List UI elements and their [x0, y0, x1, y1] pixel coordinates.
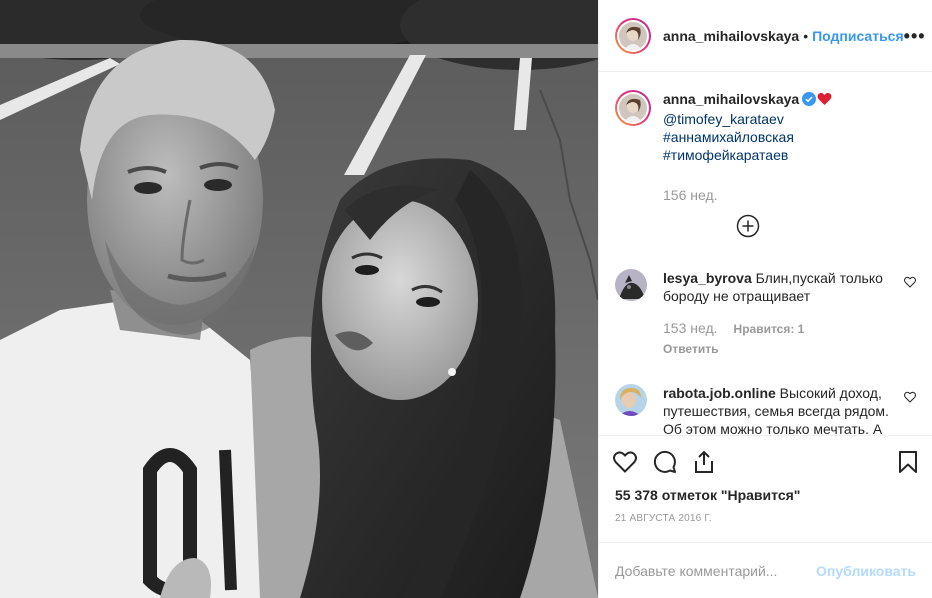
- comment-age[interactable]: 153 нед.: [663, 319, 718, 337]
- verified-icon: [802, 92, 817, 110]
- post-date[interactable]: 21 АВГУСТА 2016 Г.: [599, 503, 932, 524]
- separator-dot: •: [803, 27, 809, 44]
- commenter-avatar[interactable]: [615, 269, 651, 305]
- hashtag-link[interactable]: #аннамихайловская: [663, 128, 916, 146]
- commenter-username[interactable]: lesya_byrova: [663, 270, 752, 286]
- publish-button[interactable]: Опубликовать: [816, 563, 916, 579]
- heart-icon[interactable]: [904, 390, 916, 408]
- heart-icon[interactable]: [904, 275, 916, 293]
- reply-button[interactable]: Ответить: [663, 340, 892, 358]
- caption: anna_mihailovskaya @timofey_karataev #ан…: [615, 90, 916, 204]
- comment-likes[interactable]: Нравится: 1: [734, 320, 805, 338]
- follow-button[interactable]: Подписаться: [812, 28, 904, 44]
- load-more-row: [599, 214, 916, 243]
- share-icon[interactable]: [693, 450, 715, 474]
- commenter-avatar[interactable]: [615, 384, 651, 420]
- heart-icon[interactable]: [613, 450, 637, 473]
- post-image: [0, 0, 598, 598]
- comments-list[interactable]: anna_mihailovskaya @timofey_karataev #ан…: [599, 72, 932, 435]
- caption-username[interactable]: anna_mihailovskaya: [663, 91, 799, 107]
- author-username[interactable]: anna_mihailovskaya: [663, 28, 799, 44]
- mention-link[interactable]: @timofey_karataev: [663, 110, 916, 128]
- post-view: anna_mihailovskaya • Подписаться ••• ann…: [0, 0, 932, 598]
- post-photo[interactable]: [0, 0, 598, 598]
- post-side-panel: anna_mihailovskaya • Подписаться ••• ann…: [598, 0, 932, 598]
- author-avatar[interactable]: [615, 17, 651, 54]
- caption-age[interactable]: 156 нед.: [663, 186, 916, 204]
- comment-icon[interactable]: [653, 450, 677, 474]
- comment-item: rabota.job.online Высокий доход, путешес…: [615, 384, 916, 435]
- add-circle-icon[interactable]: [736, 214, 760, 243]
- red-heart-icon: [817, 92, 832, 110]
- comment-input[interactable]: [615, 562, 817, 579]
- hashtag-link[interactable]: #тимофейкаратаев: [663, 146, 916, 164]
- bookmark-icon[interactable]: [898, 450, 918, 474]
- likes-count[interactable]: 55 378 отметок "Нравится": [599, 487, 932, 503]
- post-header: anna_mihailovskaya • Подписаться •••: [599, 0, 932, 72]
- post-actions: [599, 435, 932, 487]
- add-comment-bar: Опубликовать: [599, 542, 932, 598]
- comment-item: lesya_byrova Блин,пускай только бороду н…: [615, 269, 916, 358]
- commenter-username[interactable]: rabota.job.online: [663, 385, 776, 401]
- more-icon[interactable]: •••: [904, 27, 926, 45]
- caption-avatar[interactable]: [615, 90, 651, 126]
